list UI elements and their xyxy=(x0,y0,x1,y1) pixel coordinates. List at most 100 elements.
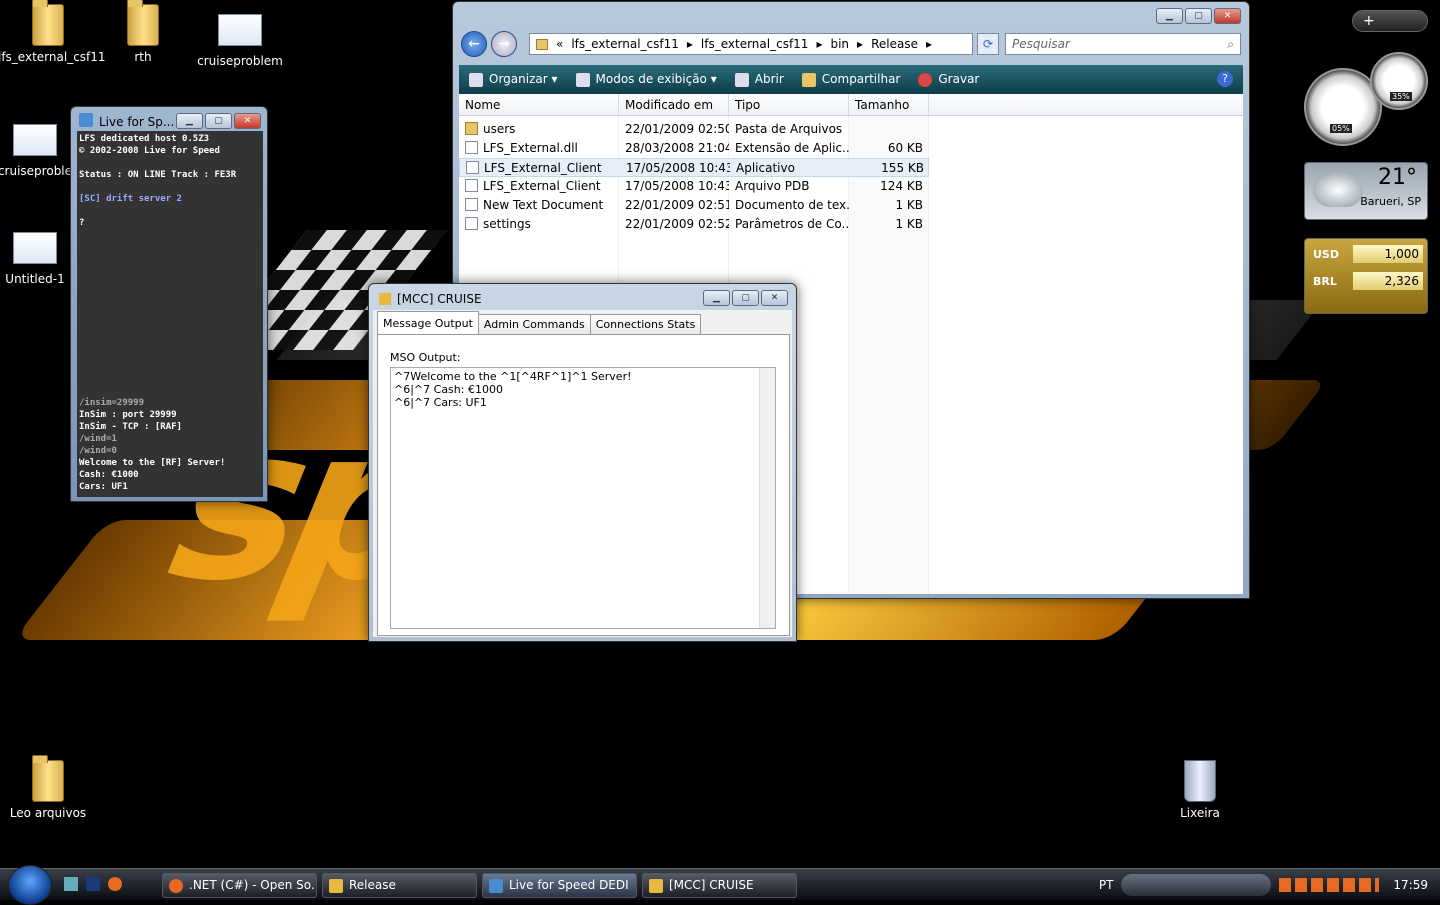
taskbar-button-dotnet[interactable]: .NET (C#) - Open So... xyxy=(162,873,317,898)
tab-admin-commands[interactable]: Admin Commands xyxy=(477,314,591,334)
desktop-icon-rth[interactable]: rth xyxy=(93,0,193,64)
taskbar-button-mcc[interactable]: [MCC] CRUISE xyxy=(642,873,797,898)
mso-output-textbox[interactable]: ^7Welcome to the ^1[^4RF^1]^1 Server! ^6… xyxy=(390,367,776,629)
tab-message-output[interactable]: Message Output xyxy=(377,311,479,334)
views-icon xyxy=(575,72,590,87)
breadcrumb-overflow[interactable]: « xyxy=(556,37,563,51)
system-tray: PT 17:59 xyxy=(1099,869,1440,901)
lfs-app-icon xyxy=(79,113,93,127)
breadcrumb-item[interactable]: lfs_external_csf11 xyxy=(701,37,809,51)
taskbar-button-lfs[interactable]: Live for Speed DEDI xyxy=(482,873,637,898)
show-desktop-icon[interactable] xyxy=(64,877,78,891)
breadcrumb-item[interactable]: Release xyxy=(871,37,918,51)
clock[interactable]: 17:59 xyxy=(1393,878,1428,892)
image-file-icon xyxy=(13,232,57,264)
window-title: [MCC] CRUISE xyxy=(397,292,482,306)
column-header-modified[interactable]: Modificado em xyxy=(619,94,729,115)
file-row[interactable]: New Text Document 22/01/2009 02:51 Documen… xyxy=(459,196,929,215)
column-header-name[interactable]: Nome xyxy=(459,94,619,115)
desktop-icon-leo-arquivos[interactable]: Leo arquivos xyxy=(0,755,98,820)
currency-gadget[interactable]: USD 1,000 BRL 2,326 xyxy=(1304,238,1428,314)
taskbar: .NET (C#) - Open So... Release Live for … xyxy=(0,865,1440,905)
breadcrumb-item[interactable]: bin xyxy=(830,37,849,51)
app-icon xyxy=(649,879,663,893)
forward-arrow-icon[interactable]: → xyxy=(491,31,517,57)
views-button[interactable]: Modos de exibição ▾ xyxy=(575,72,717,87)
burn-button[interactable]: Gravar xyxy=(918,72,979,87)
message-output-panel: MSO Output: ^7Welcome to the ^1[^4RF^1]^… xyxy=(377,334,790,636)
photoshop-icon[interactable] xyxy=(86,877,100,891)
maximize-button[interactable]: ▢ xyxy=(205,113,232,129)
desktop-icon-cruiseproblem[interactable]: cruiseproblem xyxy=(190,10,290,68)
start-button[interactable] xyxy=(8,865,52,905)
lfs-app-icon xyxy=(489,879,503,893)
help-icon[interactable]: ? xyxy=(1217,71,1233,87)
weather-city: Barueri, SP xyxy=(1360,195,1421,208)
firefox-icon xyxy=(169,879,183,893)
share-icon xyxy=(801,72,816,87)
search-input[interactable]: Pesquisar ⌕ xyxy=(1005,33,1241,55)
text-file-icon xyxy=(465,198,478,211)
refresh-icon[interactable]: ⟳ xyxy=(977,33,999,55)
cloud-icon xyxy=(1313,173,1363,207)
file-row[interactable]: users 22/01/2009 02:50 Pasta de Arquivos xyxy=(459,120,929,139)
file-row[interactable]: LFS_External.dll 28/03/2008 21:04 Extensão… xyxy=(459,139,929,158)
tray-icons[interactable] xyxy=(1279,878,1380,892)
column-header-size[interactable]: Tamanho xyxy=(849,94,929,115)
memory-percent: 35% xyxy=(1390,92,1412,101)
lfs-dedicated-window[interactable]: Live for Sp... ▁ ▢ ✕ LFS dedicated host 0.… xyxy=(70,106,268,502)
desktop-icon-recycle-bin[interactable]: Lixeira xyxy=(1150,760,1250,820)
desktop-icon-cruiseproble[interactable]: cruiseproble xyxy=(0,120,74,178)
temperature: 21° xyxy=(1378,165,1417,190)
mcc-cruise-window[interactable]: [MCC] CRUISE ▁ ▢ ✕ Message Output Admin Co… xyxy=(368,283,797,642)
organize-button[interactable]: Organizar ▾ xyxy=(469,72,558,87)
folder-icon xyxy=(536,38,548,50)
search-icon: ⌕ xyxy=(1227,37,1234,51)
share-button[interactable]: Compartilhar xyxy=(801,72,900,87)
desktop-icon-lfs-external[interactable]: lfs_external_csf11 xyxy=(0,0,106,64)
folder-icon xyxy=(127,0,159,46)
recycle-bin-icon xyxy=(1184,760,1216,802)
close-button[interactable]: ✕ xyxy=(234,113,261,129)
folder-icon xyxy=(32,0,64,46)
tab-connections-stats[interactable]: Connections Stats xyxy=(589,314,702,334)
weather-gadget[interactable]: 21° Barueri, SP xyxy=(1304,162,1428,220)
file-row[interactable]: settings 22/01/2009 02:52 Parâmetros de Co… xyxy=(459,215,929,234)
currency-value: 2,326 xyxy=(1353,272,1423,290)
taskbar-button-release[interactable]: Release xyxy=(322,873,477,898)
folder-icon xyxy=(32,755,64,802)
media-player-icon[interactable] xyxy=(1121,874,1272,896)
back-arrow-icon[interactable]: ← xyxy=(461,31,487,57)
file-row[interactable]: LFS_External_Client 17/05/2008 10:43 Arqui… xyxy=(459,177,929,196)
image-file-icon xyxy=(13,124,57,156)
currency-code[interactable]: USD xyxy=(1313,248,1339,261)
breadcrumb-item[interactable]: lfs_external_csf11 xyxy=(571,37,679,51)
minimize-button[interactable]: ▁ xyxy=(703,290,730,306)
column-header-type[interactable]: Tipo xyxy=(729,94,849,115)
file-row-selected[interactable]: LFS_External_Client 17/05/2008 10:43 Aplic… xyxy=(459,158,929,177)
open-button[interactable]: Abrir xyxy=(734,72,784,87)
firefox-icon[interactable] xyxy=(108,877,122,891)
maximize-button[interactable]: ▢ xyxy=(732,290,759,306)
command-bar: Organizar ▾ Modos de exibição ▾ Abrir Co… xyxy=(459,65,1243,94)
maximize-button[interactable]: ▢ xyxy=(1185,8,1212,24)
minimize-button[interactable]: ▁ xyxy=(176,113,203,129)
currency-code[interactable]: BRL xyxy=(1313,275,1337,288)
minimize-button[interactable]: ▁ xyxy=(1156,8,1183,24)
vertical-scrollbar[interactable] xyxy=(759,368,775,628)
close-button[interactable]: ✕ xyxy=(1214,8,1241,24)
cpu-meter-gadget[interactable]: 05% 35% xyxy=(1304,52,1428,148)
close-button[interactable]: ✕ xyxy=(761,290,788,306)
address-bar[interactable]: « lfs_external_csf11 ▸ lfs_external_csf11… xyxy=(529,33,973,55)
application-icon xyxy=(466,161,479,174)
desktop-icon-untitled[interactable]: Untitled-1 xyxy=(0,228,74,286)
sidebar-add-button[interactable]: + xyxy=(1352,10,1428,32)
organize-icon xyxy=(469,72,483,87)
open-icon xyxy=(734,72,749,87)
image-file-icon xyxy=(218,14,262,46)
quick-launch xyxy=(64,877,122,891)
dll-file-icon xyxy=(465,141,478,154)
language-indicator[interactable]: PT xyxy=(1099,878,1114,892)
window-title: Live for Sp... xyxy=(99,115,175,129)
folder-icon xyxy=(329,879,343,893)
